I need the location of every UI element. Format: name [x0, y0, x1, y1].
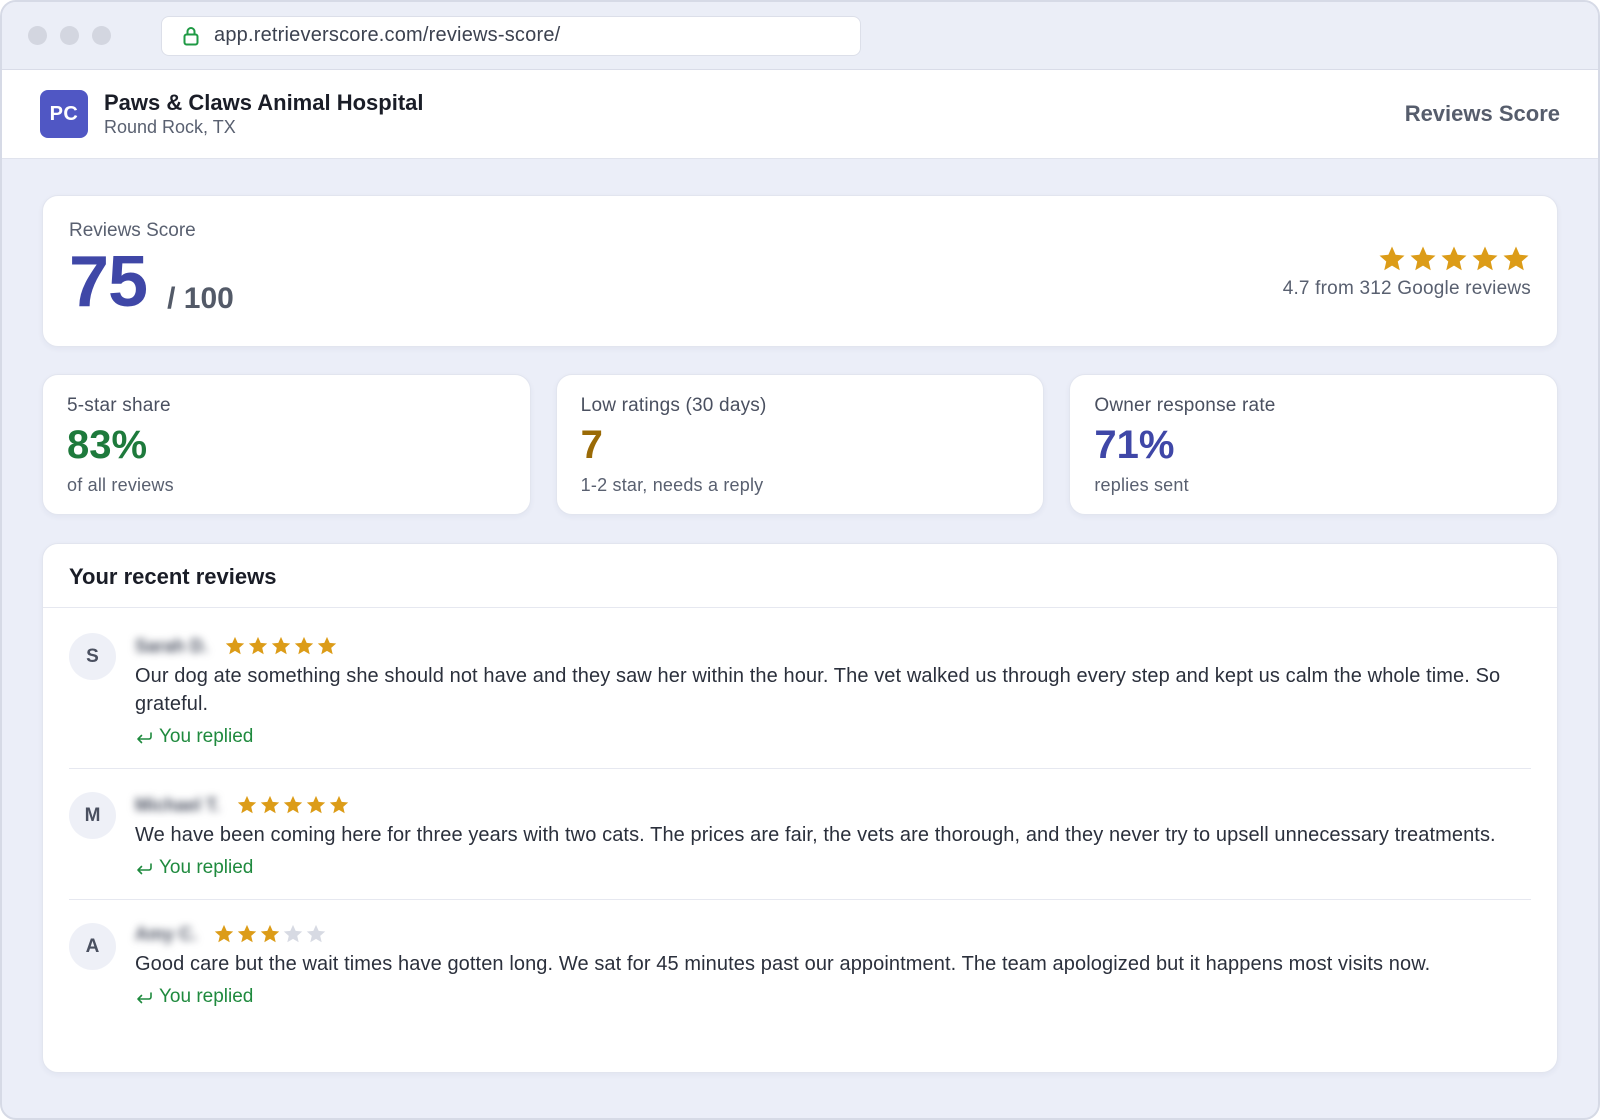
metric-low-ratings: Low ratings (30 days) 7 1-2 star, needs … — [555, 374, 1045, 515]
window-minimize-dot[interactable] — [60, 26, 79, 45]
metric-five-star-share: 5-star share 83% of all reviews — [42, 374, 531, 515]
browser-window: app.retrieverscore.com/reviews-score/ PC… — [0, 0, 1600, 1120]
reply-arrow-icon — [135, 730, 153, 744]
star-filled-icon — [1379, 246, 1405, 271]
star-filled-icon — [294, 636, 314, 655]
business-name: Paws & Claws Animal Hospital — [104, 90, 424, 115]
business-info: Paws & Claws Animal Hospital Round Rock,… — [104, 90, 424, 138]
lock-icon — [182, 26, 200, 46]
star-empty-icon — [283, 924, 303, 943]
star-filled-icon — [248, 636, 268, 655]
score-label: Reviews Score — [69, 220, 196, 241]
recent-reviews-card: Your recent reviews S Sarah D. Our dog a… — [42, 543, 1558, 1073]
address-bar[interactable]: app.retrieverscore.com/reviews-score/ — [161, 15, 861, 56]
rating-stars — [1283, 244, 1531, 274]
reply-arrow-icon — [135, 990, 153, 1004]
url-text: app.retrieverscore.com/reviews-score/ — [214, 24, 561, 46]
browser-chrome: app.retrieverscore.com/reviews-score/ — [2, 2, 1598, 70]
score-value: 75 — [69, 242, 148, 322]
star-filled-icon — [306, 795, 326, 814]
star-filled-icon — [237, 795, 257, 814]
review-text: We have been coming here for three years… — [135, 824, 1496, 846]
rating-summary: 4.7 from 312 Google reviews — [1282, 278, 1531, 299]
metric-subtext: of all reviews — [67, 475, 174, 495]
main-content: Reviews Score 75 / 100 4.7 from 312 Goog… — [2, 159, 1598, 1073]
star-filled-icon — [1472, 246, 1498, 271]
metric-value: 7 — [580, 423, 603, 467]
metric-value: 83% — [67, 423, 148, 467]
review-item[interactable]: A Amy C. Good care but the wait times ha… — [69, 900, 1531, 1028]
review-body: Michael T. We have been coming here for … — [135, 791, 1531, 879]
review-stars — [224, 635, 338, 657]
score-card: Reviews Score 75 / 100 4.7 from 312 Goog… — [42, 195, 1558, 347]
star-filled-icon — [271, 636, 291, 655]
google-rating: 4.7 from 312 Google reviews — [1283, 244, 1531, 300]
page-title: Reviews Score — [1404, 101, 1560, 126]
star-filled-icon — [317, 636, 337, 655]
star-filled-icon — [329, 795, 349, 814]
metrics-row: 5-star share 83% of all reviews Low rati… — [42, 374, 1559, 515]
metric-label: 5-star share — [67, 395, 171, 416]
star-filled-icon — [237, 924, 257, 943]
avatar: A — [69, 923, 116, 970]
window-close-dot[interactable] — [28, 26, 47, 45]
avatar: M — [69, 792, 116, 839]
reply-arrow-icon — [135, 861, 153, 875]
review-body: Amy C. Good care but the wait times have… — [135, 920, 1531, 1008]
reviewer-name: Michael T. — [135, 794, 221, 815]
reply-status[interactable]: You replied — [135, 726, 1531, 748]
star-filled-icon — [260, 924, 280, 943]
metric-label: Low ratings (30 days) — [580, 395, 767, 416]
star-filled-icon — [214, 924, 234, 943]
reviewer-name: Sarah D. — [135, 635, 209, 656]
review-item[interactable]: M Michael T. We have been coming here fo… — [69, 769, 1531, 900]
metric-subtext: 1-2 star, needs a reply — [580, 475, 764, 495]
recent-reviews-title: Your recent reviews — [43, 544, 1557, 608]
review-stars — [236, 794, 350, 816]
review-meta: Amy C. — [135, 920, 1531, 948]
reply-status-label: You replied — [159, 986, 254, 1007]
window-maximize-dot[interactable] — [92, 26, 111, 45]
review-meta: Michael T. — [135, 791, 1531, 819]
star-filled-icon — [260, 795, 280, 814]
reviewer-name: Amy C. — [135, 923, 198, 944]
reply-status[interactable]: You replied — [135, 986, 1531, 1008]
star-filled-icon — [1503, 246, 1529, 271]
metric-owner-response-rate: Owner response rate 71% replies sent — [1069, 374, 1559, 515]
business-location: Round Rock, TX — [104, 117, 236, 137]
metric-value: 71% — [1094, 423, 1175, 467]
review-text: Good care but the wait times have gotten… — [135, 953, 1431, 975]
review-meta: Sarah D. — [135, 632, 1531, 660]
star-filled-icon — [283, 795, 303, 814]
reply-status-label: You replied — [159, 726, 254, 747]
review-body: Sarah D. Our dog ate something she shoul… — [135, 632, 1531, 748]
star-filled-icon — [1441, 246, 1467, 271]
avatar: S — [69, 633, 116, 680]
window-controls — [28, 26, 135, 45]
business-logo: PC — [40, 90, 88, 138]
score-max: / 100 — [167, 282, 234, 315]
app-header: PC Paws & Claws Animal Hospital Round Ro… — [2, 70, 1598, 159]
star-filled-icon — [1410, 246, 1436, 271]
review-text: Our dog ate something she should not hav… — [135, 665, 1501, 715]
metric-label: Owner response rate — [1094, 395, 1276, 416]
reply-status[interactable]: You replied — [135, 857, 1531, 879]
metric-subtext: replies sent — [1094, 475, 1189, 495]
star-empty-icon — [306, 924, 326, 943]
review-stars — [213, 923, 327, 945]
reply-status-label: You replied — [159, 857, 254, 878]
review-item[interactable]: S Sarah D. Our dog ate something she sho… — [69, 608, 1531, 769]
star-filled-icon — [225, 636, 245, 655]
